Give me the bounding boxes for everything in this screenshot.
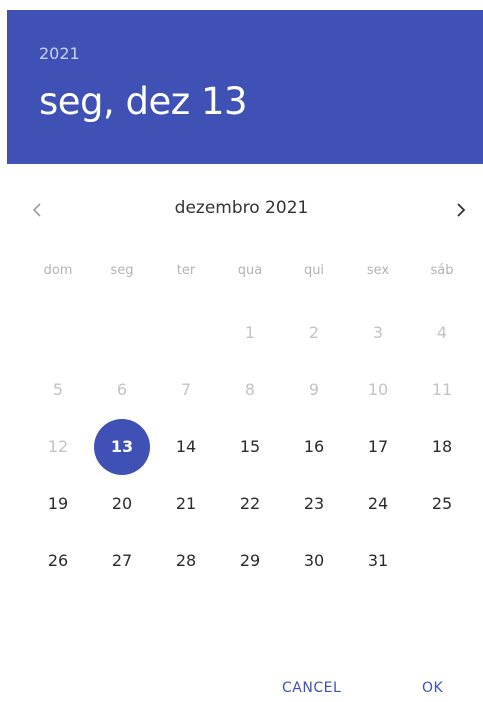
calendar-empty-cell bbox=[90, 304, 154, 361]
calendar-day[interactable]: 26 bbox=[26, 532, 90, 589]
calendar-day: 12 bbox=[26, 418, 90, 475]
calendar-empty-cell bbox=[26, 304, 90, 361]
calendar-empty-cell bbox=[154, 304, 218, 361]
header-year[interactable]: 2021 bbox=[39, 44, 80, 63]
calendar-day[interactable]: 29 bbox=[218, 532, 282, 589]
weekday-label: sáb bbox=[430, 263, 454, 278]
calendar-day[interactable]: 22 bbox=[218, 475, 282, 532]
calendar-empty-cell bbox=[410, 532, 474, 589]
weekday-label: sex bbox=[366, 263, 390, 278]
calendar-day-number: 8 bbox=[244, 380, 256, 399]
weekday-header-row: dom seg ter qua qui sex sáb bbox=[26, 263, 474, 278]
calendar-day-number: 11 bbox=[431, 380, 453, 399]
calendar-day[interactable]: 15 bbox=[218, 418, 282, 475]
calendar-day: 10 bbox=[346, 361, 410, 418]
calendar-day-number: 31 bbox=[367, 551, 389, 570]
date-picker-header: 2021 seg, dez 13 bbox=[7, 10, 483, 164]
calendar-day-number: 22 bbox=[239, 494, 261, 513]
calendar-day: 5 bbox=[26, 361, 90, 418]
calendar-day: 8 bbox=[218, 361, 282, 418]
calendar-day-number: 27 bbox=[111, 551, 133, 570]
calendar-day: 9 bbox=[282, 361, 346, 418]
calendar-day-number: 26 bbox=[47, 551, 69, 570]
calendar-day: 4 bbox=[410, 304, 474, 361]
calendar-day-number: 12 bbox=[47, 437, 69, 456]
ok-button[interactable]: OK bbox=[422, 680, 443, 696]
calendar-day[interactable]: 28 bbox=[154, 532, 218, 589]
weekday-label: ter bbox=[176, 263, 196, 278]
calendar-day: 3 bbox=[346, 304, 410, 361]
calendar-week-row: 12 13 14 15 16 17 18 bbox=[26, 418, 474, 475]
calendar-day-number: 9 bbox=[308, 380, 320, 399]
calendar-day-number: 25 bbox=[431, 494, 453, 513]
month-navigation: dezembro 2021 bbox=[0, 190, 483, 230]
calendar-day[interactable]: 30 bbox=[282, 532, 346, 589]
calendar-day-number: 14 bbox=[175, 437, 197, 456]
calendar-day-number: 3 bbox=[372, 323, 384, 342]
calendar-day-selected[interactable]: 13 bbox=[90, 418, 154, 475]
calendar-day[interactable]: 20 bbox=[90, 475, 154, 532]
cancel-button[interactable]: CANCEL bbox=[282, 680, 341, 696]
calendar-day: 11 bbox=[410, 361, 474, 418]
calendar-day[interactable]: 27 bbox=[90, 532, 154, 589]
calendar-day[interactable]: 18 bbox=[410, 418, 474, 475]
calendar-day: 7 bbox=[154, 361, 218, 418]
calendar-day-number: 30 bbox=[303, 551, 325, 570]
calendar-day[interactable]: 25 bbox=[410, 475, 474, 532]
calendar-day-number: 24 bbox=[367, 494, 389, 513]
calendar-day[interactable]: 17 bbox=[346, 418, 410, 475]
calendar-day-number: 19 bbox=[47, 494, 69, 513]
calendar-day[interactable]: 14 bbox=[154, 418, 218, 475]
calendar-day: 2 bbox=[282, 304, 346, 361]
calendar-week-row: 26 27 28 29 30 31 bbox=[26, 532, 474, 589]
weekday-label: qui bbox=[303, 263, 325, 278]
calendar-day-number: 16 bbox=[303, 437, 325, 456]
calendar-day[interactable]: 23 bbox=[282, 475, 346, 532]
calendar-day-number: 17 bbox=[367, 437, 389, 456]
calendar-day: 6 bbox=[90, 361, 154, 418]
calendar-day-number: 6 bbox=[116, 380, 128, 399]
calendar-day: 1 bbox=[218, 304, 282, 361]
weekday-label: dom bbox=[43, 263, 73, 278]
calendar-day-grid: 1 2 3 4 5 6 7 8 9 10 11 12 13 14 15 16 17 18 19 20 21 22 23 24 2… bbox=[26, 304, 474, 589]
header-selected-date: seg, dez 13 bbox=[39, 80, 248, 123]
calendar-day-number: 13 bbox=[94, 418, 150, 475]
calendar-day-number: 18 bbox=[431, 437, 453, 456]
month-label: dezembro 2021 bbox=[174, 198, 309, 218]
calendar-day-number: 1 bbox=[244, 323, 256, 342]
calendar-day-number: 28 bbox=[175, 551, 197, 570]
calendar-day[interactable]: 21 bbox=[154, 475, 218, 532]
calendar-day-number: 15 bbox=[239, 437, 261, 456]
next-month-button[interactable] bbox=[441, 190, 481, 230]
calendar-day-number: 2 bbox=[308, 323, 320, 342]
calendar-day-number: 7 bbox=[180, 380, 192, 399]
calendar-day-number: 23 bbox=[303, 494, 325, 513]
calendar-week-row: 19 20 21 22 23 24 25 bbox=[26, 475, 474, 532]
calendar-day[interactable]: 31 bbox=[346, 532, 410, 589]
calendar-day-number: 29 bbox=[239, 551, 261, 570]
calendar-day-number: 21 bbox=[175, 494, 197, 513]
calendar-day-number: 5 bbox=[52, 380, 64, 399]
calendar-day-number: 20 bbox=[111, 494, 133, 513]
calendar-day[interactable]: 19 bbox=[26, 475, 90, 532]
chevron-right-icon bbox=[457, 203, 466, 217]
calendar-day-number: 10 bbox=[367, 380, 389, 399]
calendar-week-row: 5 6 7 8 9 10 11 bbox=[26, 361, 474, 418]
calendar-day-number: 4 bbox=[436, 323, 448, 342]
calendar-day[interactable]: 24 bbox=[346, 475, 410, 532]
calendar-week-row: 1 2 3 4 bbox=[26, 304, 474, 361]
weekday-label: seg bbox=[110, 263, 134, 278]
weekday-label: qua bbox=[237, 263, 263, 278]
calendar-day[interactable]: 16 bbox=[282, 418, 346, 475]
